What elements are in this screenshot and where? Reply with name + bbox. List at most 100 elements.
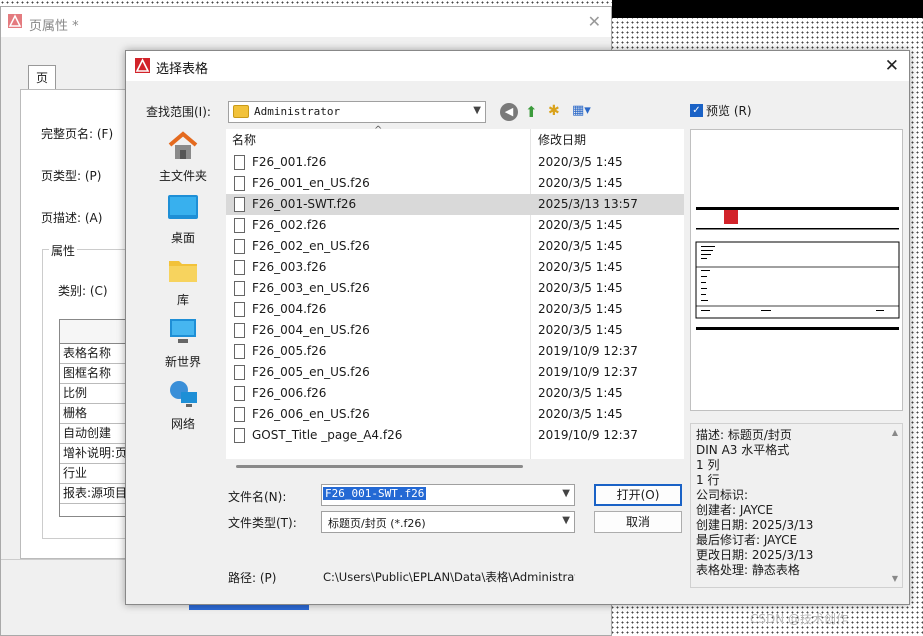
home-icon xyxy=(168,131,198,159)
file-date: 2020/3/5 1:45 xyxy=(538,218,623,232)
file-name: F26_006_en_US.f26 xyxy=(252,407,370,421)
file-row[interactable]: F26_005.f26 2019/10/9 12:37 xyxy=(226,341,684,362)
column-header-name[interactable]: 名称 xyxy=(232,129,256,151)
file-date: 2020/3/5 1:45 xyxy=(538,260,623,274)
close-icon[interactable]: ✕ xyxy=(588,12,601,31)
filename-input[interactable]: F26_001-SWT.f26 ▼ xyxy=(321,484,575,506)
place-library[interactable]: 库 xyxy=(144,255,222,308)
chevron-down-icon[interactable]: ▼ xyxy=(562,488,570,499)
file-name: GOST_Title _page_A4.f26 xyxy=(252,428,403,442)
eplan-app-icon xyxy=(8,14,22,28)
place-home[interactable]: 主文件夹 xyxy=(144,131,222,184)
eplan-app-icon xyxy=(135,58,150,73)
file-name: F26_006.f26 xyxy=(252,386,327,400)
file-row[interactable]: F26_006_en_US.f26 2020/3/5 1:45 xyxy=(226,404,684,425)
close-icon[interactable]: ✕ xyxy=(885,56,899,76)
background-rule xyxy=(612,16,923,18)
file-date: 2019/10/9 12:37 xyxy=(538,428,638,442)
file-row[interactable]: F26_004.f26 2020/3/5 1:45 xyxy=(226,299,684,320)
horizontal-scrollbar[interactable] xyxy=(236,465,523,468)
preview-pane xyxy=(690,129,903,411)
file-row[interactable]: F26_002_en_US.f26 2020/3/5 1:45 xyxy=(226,236,684,257)
file-icon xyxy=(234,281,245,296)
places-bar: 主文件夹 桌面 库 新世界 网络 xyxy=(144,127,222,542)
file-icon xyxy=(234,302,245,317)
file-row[interactable]: F26_001_en_US.f26 2020/3/5 1:45 xyxy=(226,173,684,194)
file-icon xyxy=(234,176,245,191)
path-value: C:\Users\Public\EPLAN\Data\表格\Administra… xyxy=(323,570,575,584)
cancel-button[interactable]: 取消 xyxy=(594,511,682,533)
file-name: F26_005_en_US.f26 xyxy=(252,365,370,379)
form-preview-thumbnail xyxy=(695,207,900,330)
filename-value: F26_001-SWT.f26 xyxy=(323,487,427,500)
scroll-up-icon[interactable]: ▲ xyxy=(892,428,898,437)
file-date: 2020/3/5 1:45 xyxy=(538,407,623,421)
chevron-down-icon: ▼ xyxy=(473,105,481,116)
up-folder-icon[interactable]: ⬆ xyxy=(525,103,538,121)
file-list[interactable]: ^ 名称 修改日期 F26_001.f26 2020/3/5 1:45 F26_00… xyxy=(226,125,684,459)
file-row[interactable]: GOST_Title _page_A4.f26 2019/10/9 12:37 xyxy=(226,425,684,446)
properties-group-title: 属性 xyxy=(49,242,78,259)
scroll-down-icon[interactable]: ▼ xyxy=(892,574,898,583)
place-label: 桌面 xyxy=(170,231,195,245)
file-icon xyxy=(234,197,245,212)
description-pane: 描述: 标题页/封页 DIN A3 水平格式 1 列1 行公司标识: 创建者: JAY… xyxy=(690,423,903,588)
background-title-block xyxy=(612,0,923,16)
file-name: F26_005.f26 xyxy=(252,344,327,358)
dialog-title: 选择表格 xyxy=(156,62,209,77)
place-computer[interactable]: 新世界 xyxy=(144,317,222,370)
file-name: F26_003.f26 xyxy=(252,260,327,274)
file-row[interactable]: F26_001.f26 2020/3/5 1:45 xyxy=(226,152,684,173)
view-menu-icon[interactable]: ▦▾ xyxy=(572,103,591,118)
file-date: 2019/10/9 12:37 xyxy=(538,344,638,358)
chevron-down-icon: ▼ xyxy=(562,515,570,526)
file-name: F26_004.f26 xyxy=(252,302,327,316)
new-folder-icon[interactable]: ✱ xyxy=(548,103,560,119)
file-row[interactable]: F26_002.f26 2020/3/5 1:45 xyxy=(226,215,684,236)
file-date: 2020/3/5 1:45 xyxy=(538,323,623,337)
library-icon xyxy=(169,261,197,282)
path-label: 路径: (P) xyxy=(228,571,277,585)
sort-ascending-icon: ^ xyxy=(374,125,383,136)
file-date: 2020/3/5 1:45 xyxy=(538,302,623,316)
file-date: 2019/10/9 12:37 xyxy=(538,365,638,379)
file-row[interactable]: F26_004_en_US.f26 2020/3/5 1:45 xyxy=(226,320,684,341)
file-name: F26_001.f26 xyxy=(252,155,327,169)
file-icon xyxy=(234,155,245,170)
filetype-value: 标题页/封页 (*.f26) xyxy=(328,517,426,530)
back-arrow-icon[interactable]: ◀ xyxy=(500,103,518,121)
filetype-label: 文件类型(T): xyxy=(228,516,297,530)
file-name: F26_002_en_US.f26 xyxy=(252,239,370,253)
file-name: F26_004_en_US.f26 xyxy=(252,323,370,337)
open-button[interactable]: 打开(O) xyxy=(594,484,682,506)
file-date: 2020/3/5 1:45 xyxy=(538,176,623,190)
place-label: 主文件夹 xyxy=(158,169,207,183)
place-network[interactable]: 网络 xyxy=(144,379,222,432)
tab-page[interactable]: 页 xyxy=(28,65,56,91)
file-date: 2020/3/5 1:45 xyxy=(538,386,623,400)
category-label: 类别: (C) xyxy=(58,284,108,298)
place-label: 网络 xyxy=(170,417,195,431)
full-page-name-label: 完整页名: (F) xyxy=(41,127,114,141)
preview-label[interactable]: 预览 (R) xyxy=(706,102,752,119)
file-row[interactable]: F26_003.f26 2020/3/5 1:45 xyxy=(226,257,684,278)
file-icon xyxy=(234,386,245,401)
look-in-combo[interactable]: Administrator ▼ xyxy=(228,101,486,123)
watermark: CSDN @技术创作 xyxy=(750,612,849,626)
folder-icon xyxy=(233,105,249,118)
file-row[interactable]: F26_005_en_US.f26 2019/10/9 12:37 xyxy=(226,362,684,383)
place-desktop[interactable]: 桌面 xyxy=(144,193,222,246)
page-description-label: 页描述: (A) xyxy=(41,211,103,225)
description-line: 表格处理: 静态表格 xyxy=(696,563,800,577)
preview-checkbox[interactable]: ✓ xyxy=(690,104,703,117)
filetype-select[interactable]: 标题页/封页 (*.f26) ▼ xyxy=(321,511,575,533)
file-row[interactable]: F26_003_en_US.f26 2020/3/5 1:45 xyxy=(226,278,684,299)
file-row[interactable]: F26_006.f26 2020/3/5 1:45 xyxy=(226,383,684,404)
ok-button-edge[interactable] xyxy=(189,605,309,610)
desktop-icon xyxy=(168,195,198,219)
column-header-date[interactable]: 修改日期 xyxy=(538,129,586,151)
file-icon xyxy=(234,365,245,380)
file-icon xyxy=(234,218,245,233)
file-row[interactable]: F26_001-SWT.f26 2025/3/13 13:57 xyxy=(226,194,684,215)
file-icon xyxy=(234,428,245,443)
